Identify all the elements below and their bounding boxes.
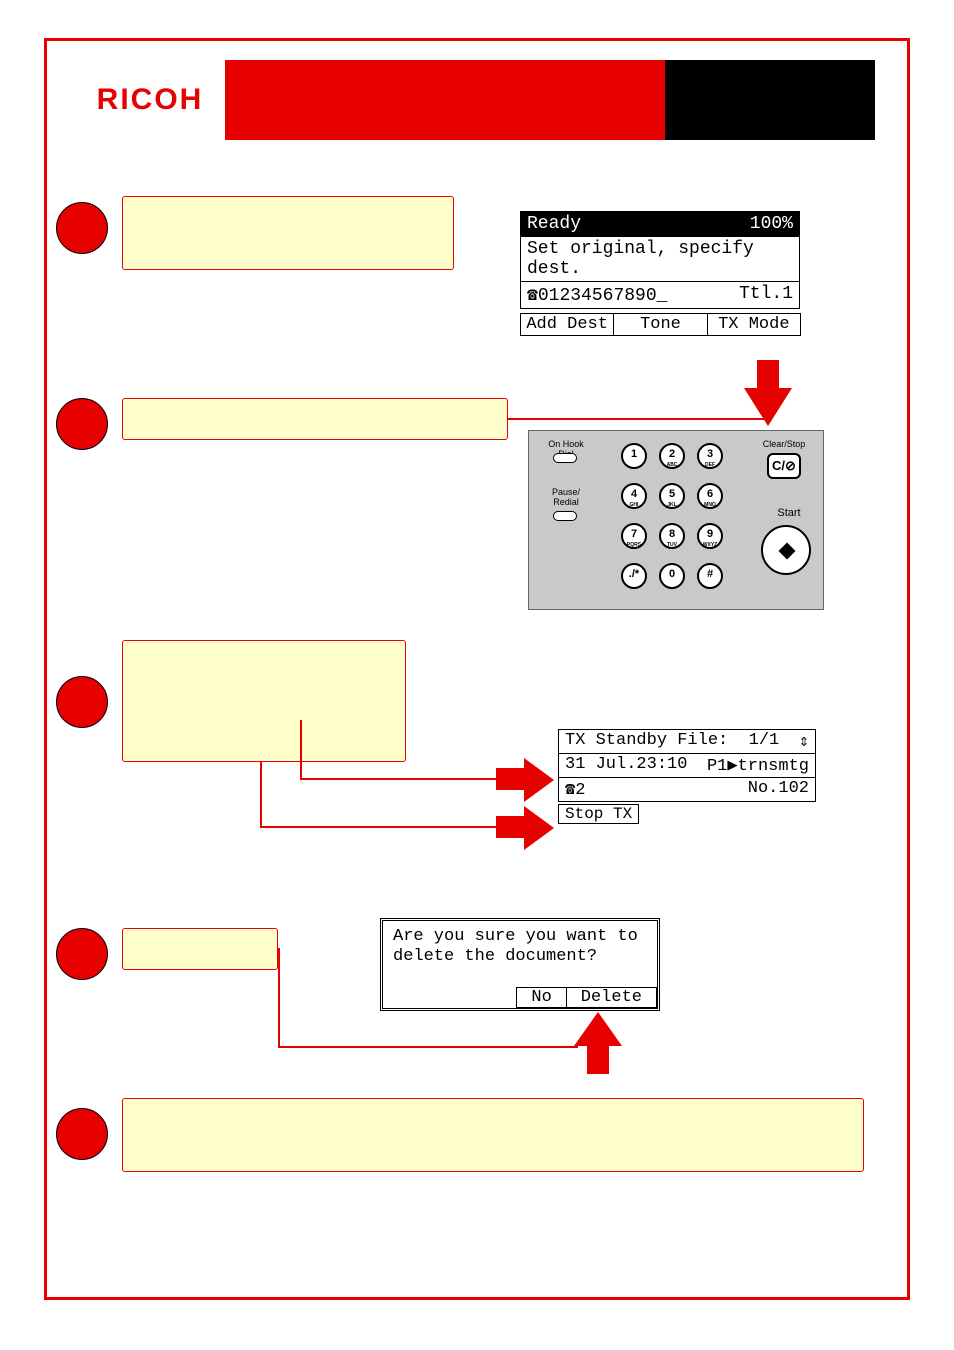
- key-4[interactable]: 4GHI: [621, 483, 647, 509]
- arrow-down-stem: [757, 360, 779, 390]
- ricoh-logo: RICOH: [97, 83, 204, 117]
- lcd2-date: 31 Jul.23:10: [565, 755, 687, 776]
- lcd2-row-3: ☎2 No.102: [558, 777, 816, 802]
- lcd-percent: 100%: [750, 214, 793, 234]
- key-1[interactable]: 1: [621, 443, 647, 469]
- logo-box: RICOH: [75, 60, 225, 140]
- step-1-box: [122, 196, 454, 270]
- step-5-marker: [56, 1108, 108, 1160]
- stop-tx-button[interactable]: Stop TX: [558, 804, 639, 824]
- connector-4a: [278, 948, 280, 1048]
- updown-icon[interactable]: ⇕: [799, 731, 809, 752]
- dialog-line-2: delete the document?: [393, 947, 647, 967]
- delete-dialog: Are you sure you want to delete the docu…: [380, 918, 660, 1011]
- lcd2-page: 1/1: [749, 731, 780, 750]
- step-4-box: [122, 928, 278, 970]
- key-3[interactable]: 3DEF: [697, 443, 723, 469]
- key-hash[interactable]: #: [697, 563, 723, 589]
- header-red: [225, 60, 665, 140]
- connector-line-2a: [508, 418, 768, 420]
- step-2-marker: [56, 398, 108, 450]
- arrow-up-stem: [587, 1044, 609, 1074]
- lcd-tx-standby: TX Standby File: 1/1 ⇕ 31 Jul.23:10 P1▶t…: [558, 730, 816, 824]
- on-hook-button[interactable]: [553, 453, 577, 463]
- label-clear-stop: Clear/Stop: [755, 439, 813, 449]
- header: RICOH: [75, 60, 875, 140]
- key-star[interactable]: ./*: [621, 563, 647, 589]
- key-7[interactable]: 7PQRS: [621, 523, 647, 549]
- pause-redial-button[interactable]: [553, 511, 577, 521]
- key-8[interactable]: 8TUV: [659, 523, 685, 549]
- lcd-number-row: ☎01234567890_ Ttl.1: [520, 281, 800, 309]
- key-5[interactable]: 5JKL: [659, 483, 685, 509]
- lcd-status-row: Ready 100%: [520, 211, 800, 237]
- lcd-ready: Ready 100% Set original, specify dest. ☎…: [520, 212, 800, 336]
- step-3-marker: [56, 676, 108, 728]
- lcd2-title-row: TX Standby File: 1/1 ⇕: [558, 729, 816, 754]
- dialog-line-1: Are you sure you want to: [393, 927, 647, 947]
- connector-3a: [300, 720, 302, 780]
- connector-3b: [300, 778, 496, 780]
- lcd-ttl: Ttl.1: [739, 284, 793, 306]
- connector-3d: [260, 826, 496, 828]
- lcd2-status: P1▶trnsmtg: [707, 755, 809, 776]
- step-5-box: [122, 1098, 864, 1172]
- key-0[interactable]: 0: [659, 563, 685, 589]
- connector-3c: [260, 762, 262, 828]
- lcd-number: ☎01234567890_: [527, 284, 667, 306]
- start-button[interactable]: [761, 525, 811, 575]
- step-4-marker: [56, 928, 108, 980]
- lcd2-no: No.102: [748, 779, 809, 800]
- label-pause-redial: Pause/ Redial: [541, 487, 591, 507]
- lcd-status: Ready: [527, 214, 581, 234]
- step-1-marker: [56, 202, 108, 254]
- clear-stop-button[interactable]: C/⊘: [767, 453, 801, 479]
- arrow-up-icon: [574, 1012, 622, 1046]
- arrow-down-icon: [744, 388, 792, 426]
- key-6[interactable]: 6MNO: [697, 483, 723, 509]
- connector-4b: [278, 1046, 578, 1048]
- lcd2-row-2: 31 Jul.23:10 P1▶trnsmtg: [558, 753, 816, 778]
- step-3-box: [122, 640, 406, 762]
- header-black: [665, 60, 875, 140]
- label-start: Start: [769, 507, 809, 519]
- key-2[interactable]: 2ABC: [659, 443, 685, 469]
- lcd2-dest: ☎2: [565, 779, 585, 800]
- tab-add-dest[interactable]: Add Dest: [520, 313, 614, 336]
- tab-tx-mode[interactable]: TX Mode: [707, 313, 801, 336]
- step-2-box: [122, 398, 508, 440]
- lcd-instruction: Set original, specify dest.: [520, 236, 800, 282]
- lcd2-title: TX Standby File:: [565, 731, 728, 750]
- keypad-panel: On Hook Dial Pause/ Redial Clear/Stop C/…: [528, 430, 824, 610]
- tab-tone[interactable]: Tone: [613, 313, 707, 336]
- key-9[interactable]: 9WXYZ: [697, 523, 723, 549]
- delete-button[interactable]: Delete: [566, 987, 657, 1008]
- no-button[interactable]: No: [516, 987, 566, 1008]
